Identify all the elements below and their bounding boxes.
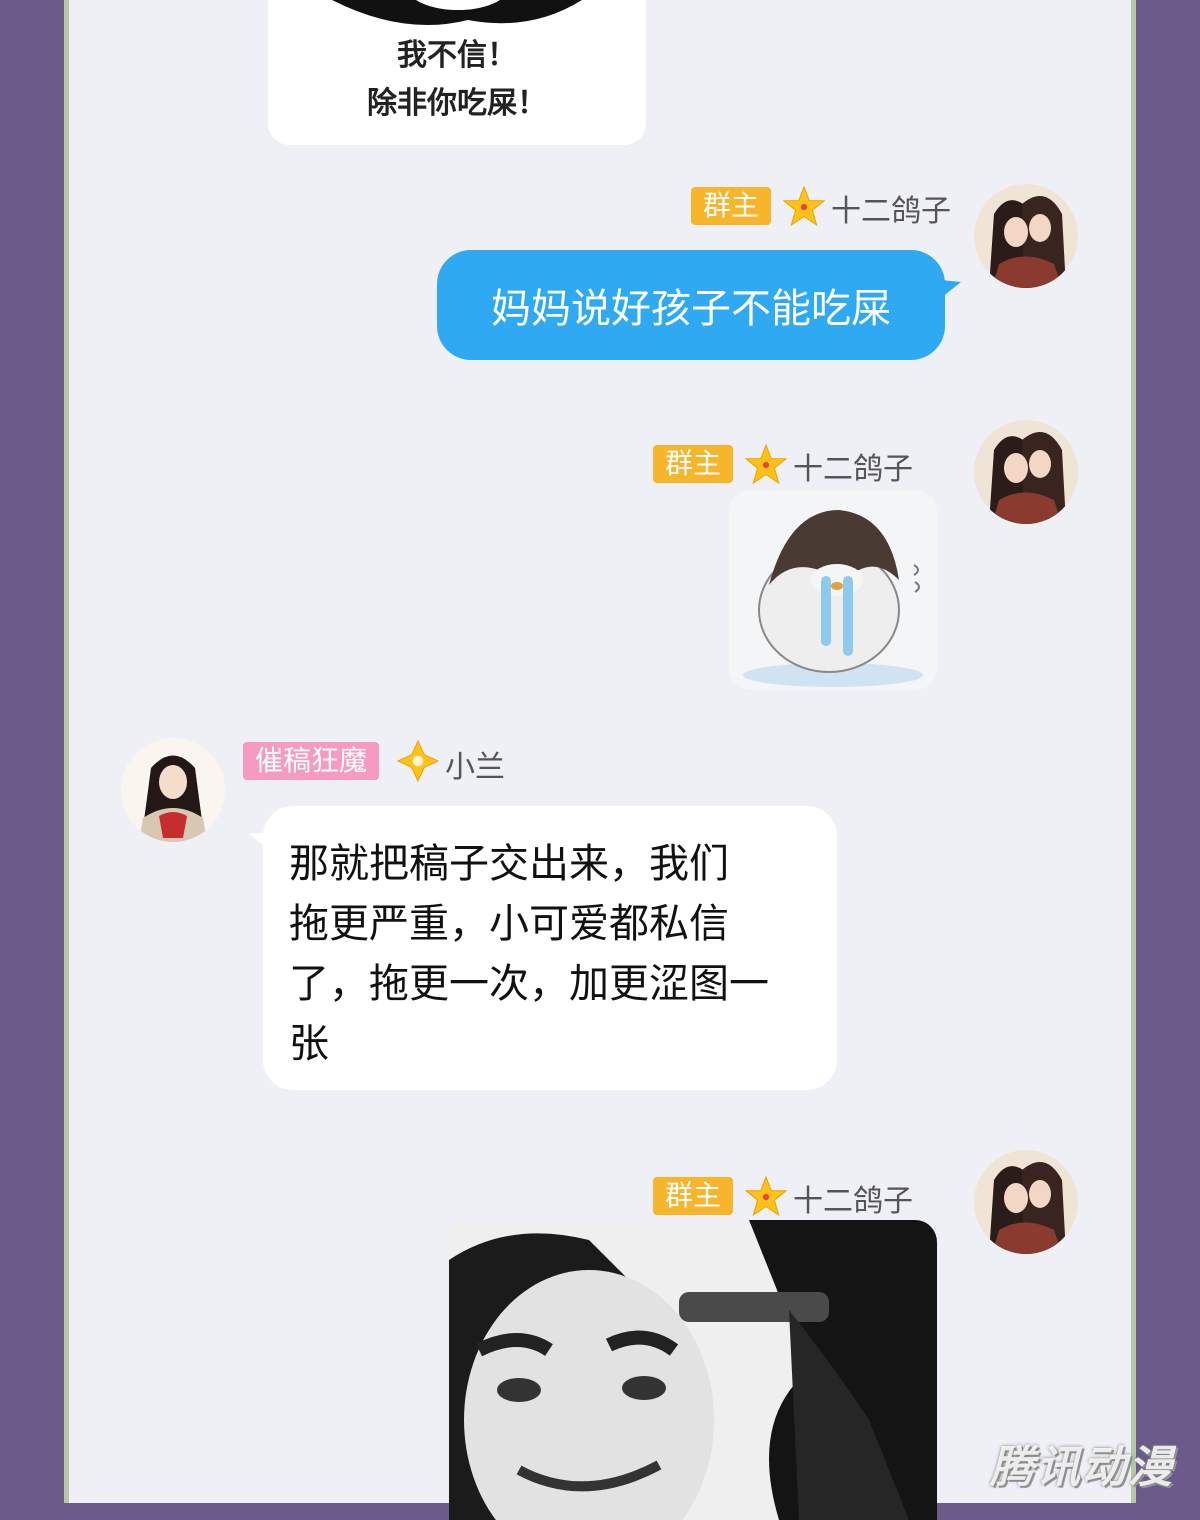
- sender-name: 十二鸽子: [793, 452, 913, 487]
- role-badge: 催稿狂魔: [243, 742, 380, 780]
- diamond-star-icon: [397, 740, 439, 782]
- avatar[interactable]: [974, 420, 1078, 524]
- avatar[interactable]: [974, 184, 1078, 288]
- star-icon: [783, 185, 825, 227]
- sticker-caption-line-2: 除非你吃屎！: [367, 86, 547, 121]
- group-owner-badge: 群主: [653, 445, 734, 483]
- avatar[interactable]: [974, 1150, 1078, 1254]
- crying-penguin-icon: [743, 510, 923, 687]
- sender-name: 十二鸽子: [831, 194, 951, 229]
- group-owner-badge: 群主: [691, 187, 772, 225]
- message-bubble-outgoing[interactable]: 妈妈说好孩子不能吃屎: [437, 250, 945, 360]
- gun-to-head-meme-icon: [449, 1220, 937, 1520]
- sender-name: 十二鸽子: [793, 1184, 913, 1219]
- bubble-tail-icon: [941, 280, 961, 298]
- avatar-couple-icon: [974, 184, 1078, 288]
- sticker-caption-line-1: 我不信！: [397, 38, 517, 73]
- avatar-couple-icon: [974, 1150, 1078, 1254]
- sticker-message-top[interactable]: 我不信！ 除非你吃屎！: [268, 0, 646, 145]
- chat-panel: 我不信！ 除非你吃屎！ 群主 十二鸽子 妈妈说好孩子不能吃屎 群主 十二鸽子 催…: [64, 0, 1136, 1520]
- message-bubble-incoming[interactable]: 那就把稿子交出来，我们 拖更严重，小可爱都私信 了，拖更一次，加更涩图一 张: [263, 806, 837, 1090]
- avatar[interactable]: [121, 738, 225, 842]
- avatar-couple-icon: [974, 420, 1078, 524]
- sticker-message-meme[interactable]: [449, 1220, 937, 1520]
- watermark-logo: 腾讯动漫: [990, 1442, 1174, 1493]
- group-owner-badge: 群主: [653, 1177, 734, 1215]
- star-icon: [745, 1175, 787, 1217]
- avatar-girl-icon: [121, 738, 225, 842]
- star-icon: [745, 443, 787, 485]
- sender-name: 小兰: [445, 750, 505, 785]
- sticker-message-penguin[interactable]: [729, 490, 937, 690]
